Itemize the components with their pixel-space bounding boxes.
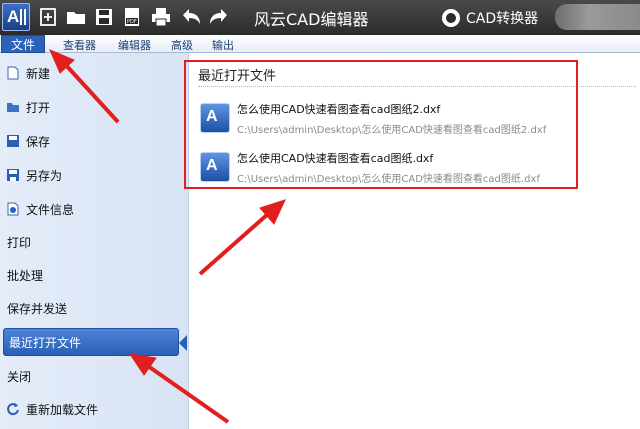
app-title: 风云CAD编辑器 [254, 10, 369, 29]
sidebar-item-batch[interactable]: 批处理 [0, 261, 186, 289]
print-icon[interactable] [150, 6, 172, 28]
new-doc-icon [6, 66, 20, 80]
file-backstage-sidebar: 新建 打开 保存 另存为 文件信息 打印 批处理 保存并发送 最近打开文件 关闭… [0, 53, 189, 429]
new-icon[interactable] [37, 6, 59, 28]
pdf-icon[interactable]: PDF [121, 6, 143, 28]
open-folder-icon [6, 100, 20, 114]
sidebar-item-reload[interactable]: 重新加载文件 [0, 395, 186, 423]
sidebar-item-label: 保存 [26, 134, 51, 149]
sidebar-item-close[interactable]: 关闭 [0, 362, 186, 390]
sidebar-item-label: 保存并发送 [7, 301, 68, 316]
save-icon[interactable] [93, 6, 115, 28]
save-as-icon [6, 168, 20, 182]
svg-text:PDF: PDF [127, 19, 137, 25]
cad-editor-window: A PDF 风云CAD编辑器 CAD转换器 文件 查看器 编辑器 高级 输出 新… [0, 0, 640, 429]
sidebar-item-file-info[interactable]: 文件信息 [0, 195, 186, 223]
menu-file[interactable]: 文件 [1, 35, 45, 53]
app-logo-icon[interactable]: A [2, 3, 30, 31]
highlight-box [184, 60, 578, 189]
undo-icon[interactable] [180, 6, 202, 28]
sidebar-item-recent-files[interactable]: 最近打开文件 [3, 328, 187, 356]
menu-viewer[interactable]: 查看器 [63, 37, 96, 53]
sidebar-item-print[interactable]: 打印 [0, 228, 186, 256]
menu-output[interactable]: 输出 [212, 37, 234, 53]
menu-editor[interactable]: 编辑器 [118, 37, 151, 53]
sidebar-item-save[interactable]: 保存 [0, 127, 186, 155]
sidebar-item-label: 批处理 [7, 268, 44, 283]
sidebar-item-label: 关闭 [7, 369, 32, 384]
sidebar-item-label: 重新加载文件 [26, 402, 99, 417]
title-bar: A PDF 风云CAD编辑器 CAD转换器 [0, 0, 640, 35]
reload-icon [6, 402, 20, 416]
file-info-icon [6, 202, 20, 216]
cad-converter-link[interactable]: CAD转换器 [442, 8, 538, 28]
save-icon [6, 134, 20, 148]
menu-advanced[interactable]: 高级 [171, 37, 193, 53]
sidebar-item-save-and-send[interactable]: 保存并发送 [0, 294, 186, 322]
open-folder-icon[interactable] [65, 6, 87, 28]
sidebar-item-label: 打开 [26, 100, 51, 115]
sidebar-item-label: 打印 [7, 235, 32, 250]
redo-icon[interactable] [208, 6, 230, 28]
converter-label: CAD转换器 [466, 11, 539, 27]
sidebar-item-save-as[interactable]: 另存为 [0, 161, 186, 189]
menu-bar: 文件 查看器 编辑器 高级 输出 [0, 35, 640, 53]
sidebar-item-label: 另存为 [26, 168, 63, 183]
blurred-user-area [555, 4, 640, 30]
sidebar-item-open[interactable]: 打开 [0, 93, 186, 121]
sidebar-item-label: 新建 [26, 66, 51, 81]
sidebar-item-new[interactable]: 新建 [0, 59, 186, 87]
sidebar-item-label: 文件信息 [26, 202, 75, 217]
converter-icon [442, 9, 460, 27]
sidebar-item-label: 最近打开文件 [9, 335, 82, 350]
